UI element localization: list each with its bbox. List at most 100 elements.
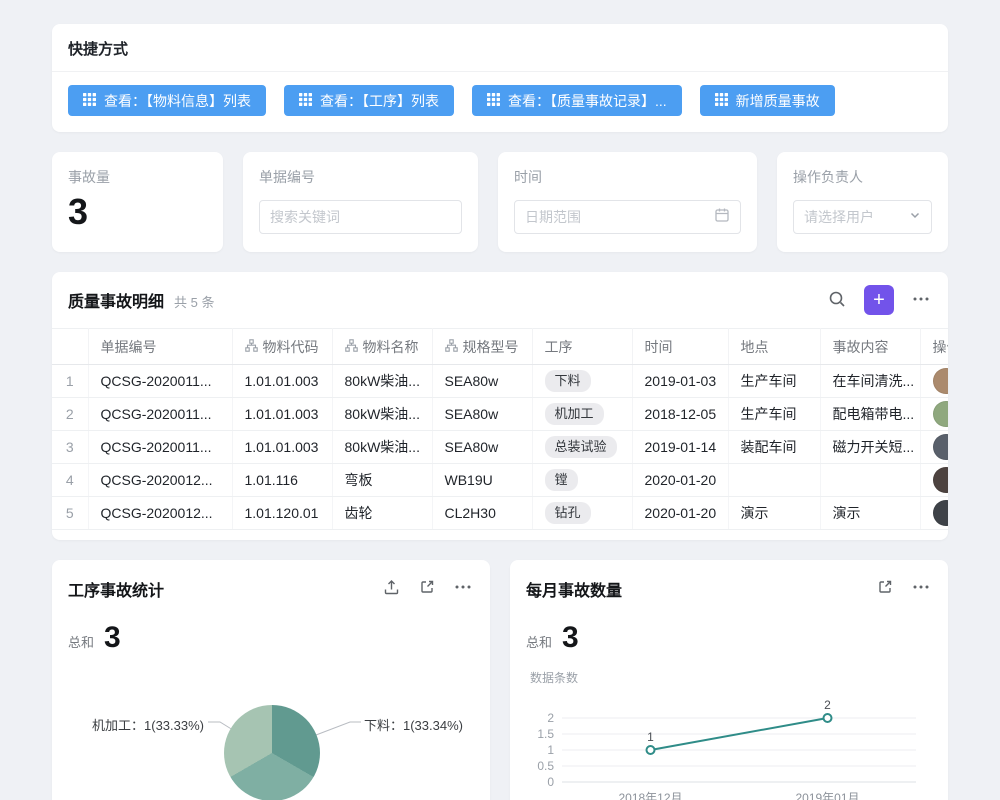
operator-select[interactable]: 请选择用户 — [793, 200, 932, 234]
pie-label-machining: 机加工：1(33.33%) — [62, 715, 204, 734]
row-number: 3 — [52, 431, 88, 464]
avatar[interactable] — [933, 500, 949, 526]
process-tag: 钻孔 — [545, 502, 591, 524]
shortcut-button-label: 查看：【质量事故记录】... — [508, 91, 667, 111]
relation-icon — [345, 339, 358, 355]
export-button[interactable] — [381, 577, 402, 601]
cell-material-code: 1.01.01.003 — [232, 431, 332, 464]
cell-material-name: 弯板 — [332, 464, 432, 497]
shortcut-view-quality-records-button[interactable]: 查看：【质量事故记录】... — [472, 85, 682, 116]
shortcut-button-label: 新增质量事故 — [736, 91, 820, 111]
more-button[interactable] — [910, 288, 932, 313]
doc-number-search-box — [259, 200, 462, 234]
col-doc-no[interactable]: 单据编号 — [88, 329, 232, 365]
svg-text:2: 2 — [547, 711, 554, 725]
monthly-chart-card: 每月事故数量 总和 3 数据条数 21.510.502018年12月2019年0… — [510, 560, 948, 800]
col-date[interactable]: 时间 — [632, 329, 728, 365]
shortcut-view-process-list-button[interactable]: 查看：【工序】列表 — [284, 85, 454, 116]
process-chart-card: 工序事故统计 总和 3 机加工：1(33.33%) 下料：1(33.34%) 总… — [52, 560, 490, 800]
pie-chart — [224, 705, 320, 800]
relation-icon — [445, 339, 458, 355]
process-chart-title: 工序事故统计 — [68, 577, 366, 601]
avatar[interactable] — [933, 368, 949, 394]
table-header-row: 单据编号 物料代码 物料名称 规格型号 工序 时间 地点 事故内容 操作负责人 — [52, 329, 948, 365]
pie-total-value: 3 — [104, 621, 121, 655]
col-spec[interactable]: 规格型号 — [432, 329, 532, 365]
pie-chart-area: 机加工：1(33.33%) 下料：1(33.34%) 总装试验：1(33.33%… — [52, 659, 490, 800]
detail-table: 单据编号 物料代码 物料名称 规格型号 工序 时间 地点 事故内容 操作负责人 … — [52, 328, 948, 530]
process-tag: 总装试验 — [545, 436, 617, 458]
detail-table-count: 共 5 条 — [174, 292, 214, 311]
cell-content — [820, 464, 920, 497]
avatar[interactable] — [933, 434, 949, 460]
operator-select-placeholder: 请选择用户 — [804, 207, 901, 227]
cell-spec: WB19U — [432, 464, 532, 497]
shortcut-button-label: 查看：【物料信息】列表 — [104, 91, 251, 111]
doc-number-search-input[interactable] — [270, 209, 451, 225]
table-row[interactable]: 1 QCSG-2020011... 1.01.01.003 80kW柴油... … — [52, 365, 948, 398]
date-range-picker[interactable] — [514, 200, 741, 234]
more-button[interactable] — [452, 576, 474, 601]
shortcuts-title: 快捷方式 — [52, 24, 948, 72]
shortcut-add-quality-accident-button[interactable]: 新增质量事故 — [700, 85, 835, 116]
svg-text:0.5: 0.5 — [537, 759, 554, 773]
relation-icon — [245, 339, 258, 355]
operator-label: 操作负责人 — [793, 167, 932, 187]
cell-process: 钻孔 — [532, 497, 632, 530]
expand-button[interactable] — [417, 577, 437, 600]
add-record-button[interactable]: + — [864, 285, 894, 315]
cell-date: 2018-12-05 — [632, 398, 728, 431]
cell-date: 2019-01-14 — [632, 431, 728, 464]
svg-text:1: 1 — [647, 730, 654, 744]
search-button[interactable] — [826, 288, 848, 313]
accident-count-value: 3 — [68, 191, 207, 233]
cell-process: 机加工 — [532, 398, 632, 431]
detail-table-card: 质量事故明细 共 5 条 + 单据编号 物料代码 物料名称 规格型号 — [52, 272, 948, 540]
col-content[interactable]: 事故内容 — [820, 329, 920, 365]
time-filter-card: 时间 — [498, 152, 757, 252]
avatar[interactable] — [933, 467, 949, 493]
process-tag: 下料 — [545, 370, 591, 392]
cell-process: 镗 — [532, 464, 632, 497]
svg-text:2: 2 — [824, 698, 831, 712]
search-icon — [828, 290, 846, 311]
accident-count-label: 事故量 — [68, 167, 207, 187]
grid-icon — [83, 93, 96, 109]
cell-date: 2019-01-03 — [632, 365, 728, 398]
cell-operator — [920, 398, 948, 431]
expand-button[interactable] — [875, 577, 895, 600]
detail-table-title: 质量事故明细 — [68, 288, 164, 312]
col-material-name[interactable]: 物料名称 — [332, 329, 432, 365]
shortcut-buttons: 查看：【物料信息】列表 查看：【工序】列表 查看：【质量事故记录】... 新增质… — [52, 72, 948, 132]
time-label: 时间 — [514, 167, 741, 187]
avatar[interactable] — [933, 401, 949, 427]
line-total-label: 总和 — [526, 632, 552, 651]
process-tag: 镗 — [545, 469, 578, 491]
col-location[interactable]: 地点 — [728, 329, 820, 365]
table-row[interactable]: 3 QCSG-2020011... 1.01.01.003 80kW柴油... … — [52, 431, 948, 464]
date-range-input[interactable] — [525, 209, 706, 225]
expand-icon — [877, 579, 893, 598]
charts-row: 工序事故统计 总和 3 机加工：1(33.33%) 下料：1(33.34%) 总… — [52, 560, 948, 800]
col-operator[interactable]: 操作负责人 — [920, 329, 948, 365]
shortcut-view-material-list-button[interactable]: 查看：【物料信息】列表 — [68, 85, 266, 116]
more-button[interactable] — [910, 576, 932, 601]
cell-material-code: 1.01.01.003 — [232, 398, 332, 431]
cell-material-code: 1.01.116 — [232, 464, 332, 497]
cell-material-name: 80kW柴油... — [332, 398, 432, 431]
grid-icon — [715, 93, 728, 109]
dashboard-page: 快捷方式 查看：【物料信息】列表 查看：【工序】列表 查看：【质量事故记录】..… — [0, 0, 1000, 800]
col-process[interactable]: 工序 — [532, 329, 632, 365]
pie-label-blanking: 下料：1(33.34%) — [364, 715, 463, 734]
table-row[interactable]: 4 QCSG-2020012... 1.01.116 弯板 WB19U 镗 20… — [52, 464, 948, 497]
detail-table-header: 质量事故明细 共 5 条 + — [52, 272, 948, 328]
detail-table-scroll-area[interactable]: 单据编号 物料代码 物料名称 规格型号 工序 时间 地点 事故内容 操作负责人 … — [52, 328, 948, 540]
cell-content: 演示 — [820, 497, 920, 530]
calendar-icon — [714, 207, 730, 228]
table-row[interactable]: 5 QCSG-2020012... 1.01.120.01 齿轮 CL2H30 … — [52, 497, 948, 530]
row-number: 1 — [52, 365, 88, 398]
cell-material-name: 80kW柴油... — [332, 431, 432, 464]
cell-operator — [920, 497, 948, 530]
col-material-code[interactable]: 物料代码 — [232, 329, 332, 365]
table-row[interactable]: 2 QCSG-2020011... 1.01.01.003 80kW柴油... … — [52, 398, 948, 431]
